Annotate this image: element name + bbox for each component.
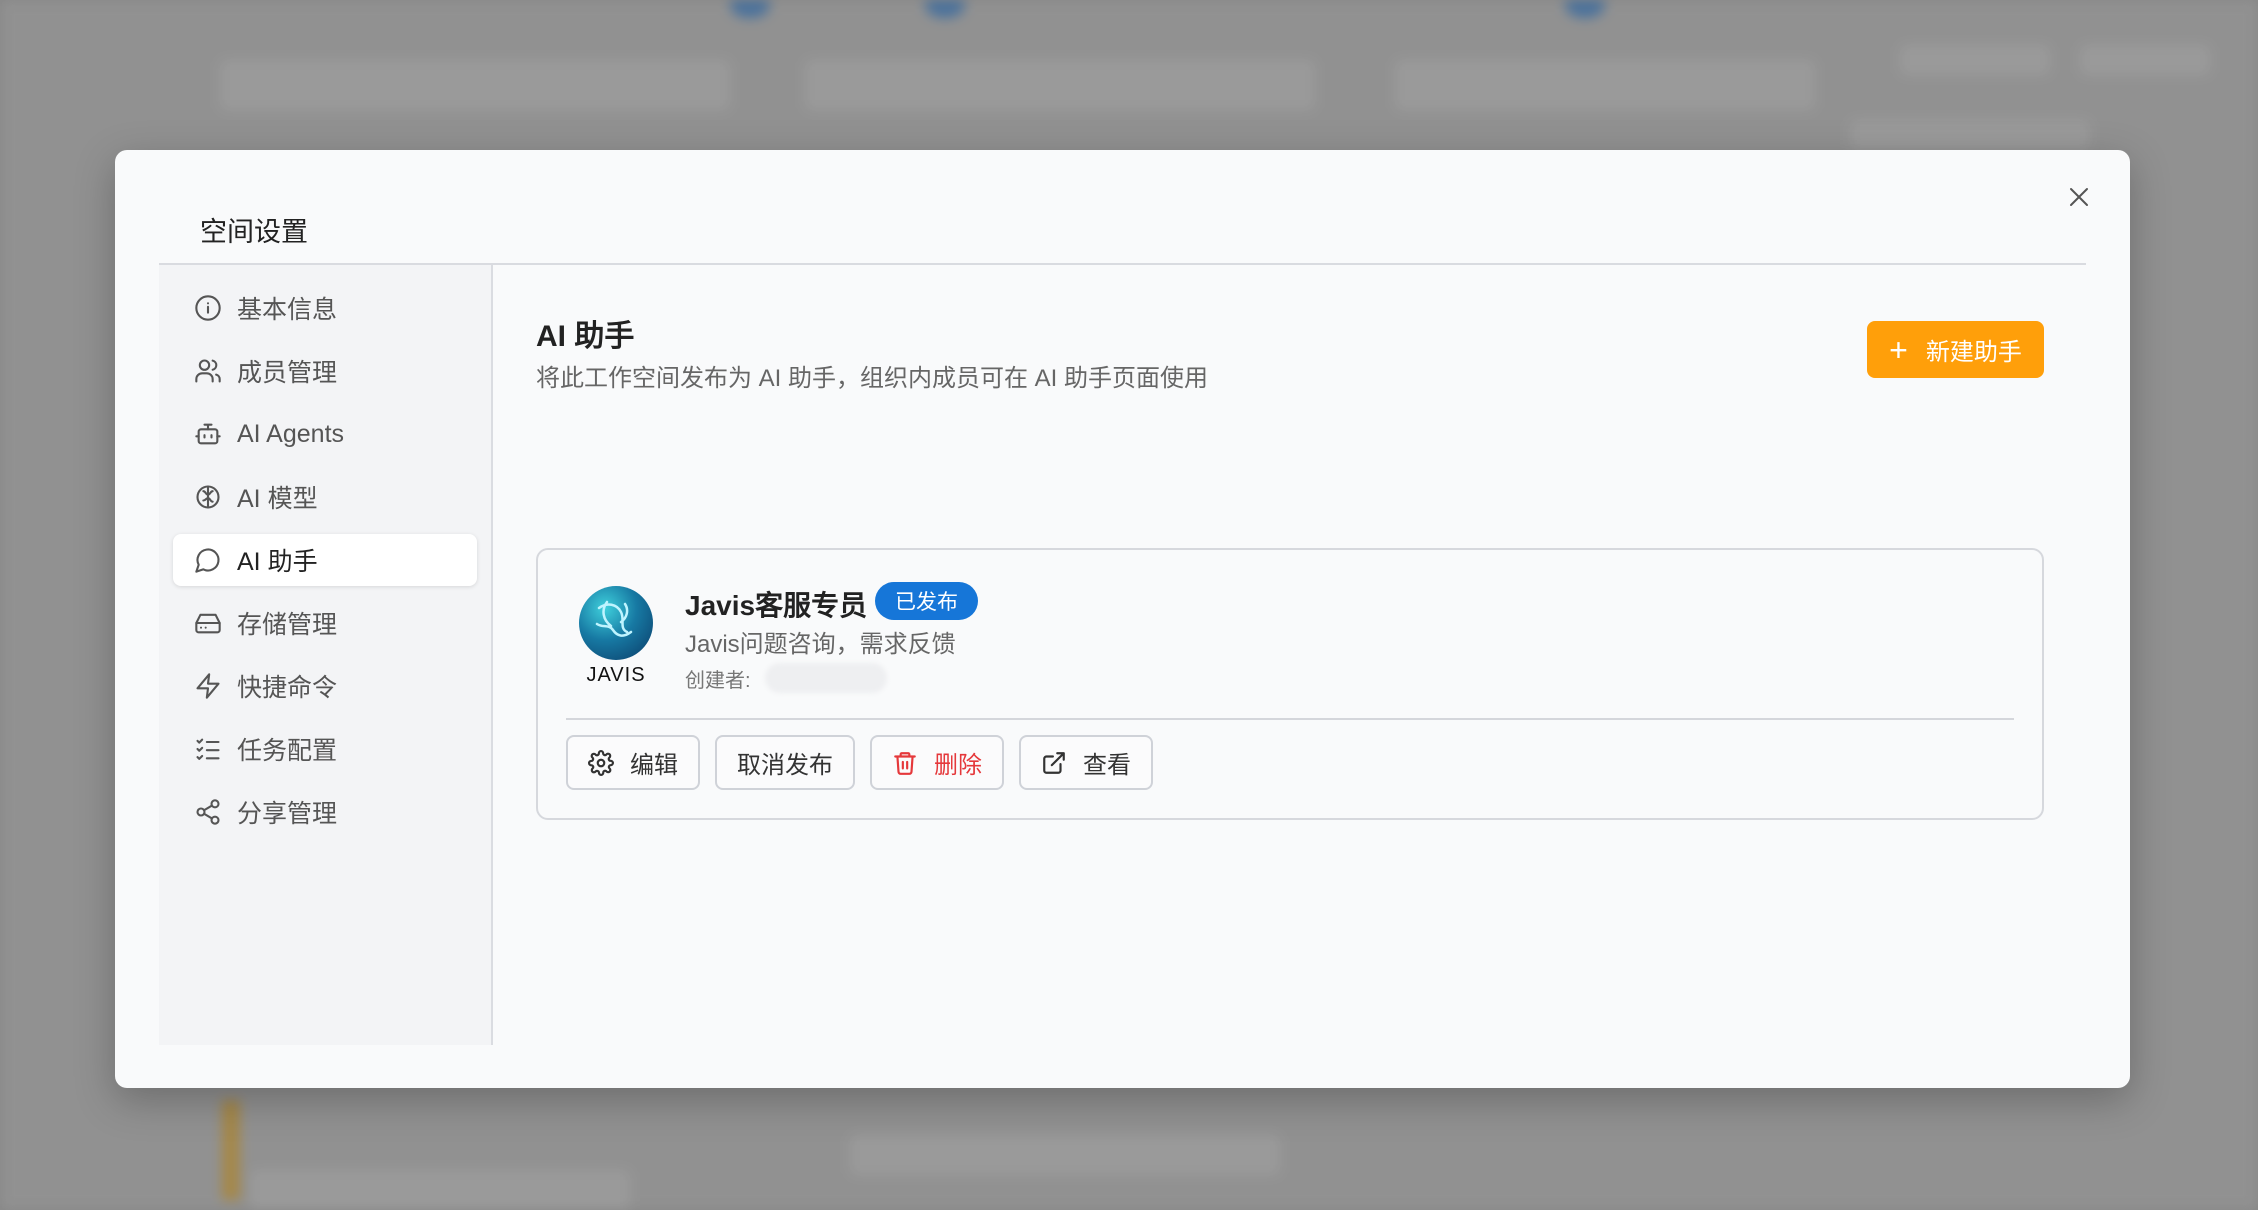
status-badge: 已发布 <box>875 582 978 620</box>
sidebar-item-label: 快捷命令 <box>237 674 338 702</box>
creator-value-redacted <box>765 663 887 693</box>
logo-text: JAVIS <box>586 664 646 686</box>
share-icon <box>193 797 223 827</box>
settings-sidebar: 基本信息 成员管理 AI Agents AI 模型 AI 助手 存储管理 快捷命… <box>159 265 493 1045</box>
sidebar-item-storage[interactable]: 存储管理 <box>173 597 477 649</box>
users-icon <box>193 356 223 386</box>
gear-icon <box>588 749 614 776</box>
page-description: 将此工作空间发布为 AI 助手，组织内成员可在 AI 助手页面使用 <box>536 365 1209 392</box>
sidebar-item-label: 基本信息 <box>237 296 338 324</box>
space-settings-modal: 空间设置 基本信息 成员管理 AI Agents AI 模型 AI 助手 存储管… <box>115 150 2130 1088</box>
view-label: 查看 <box>1083 752 1131 779</box>
sidebar-item-label: AI Agents <box>237 419 345 448</box>
external-link-icon <box>1043 751 1065 774</box>
message-circle-icon <box>193 545 223 575</box>
sidebar-item-shortcuts[interactable]: 快捷命令 <box>173 660 477 712</box>
brain-icon <box>193 482 223 512</box>
delete-button[interactable]: 删除 <box>870 735 1004 790</box>
close-icon <box>2070 188 2088 206</box>
sidebar-item-label: 成员管理 <box>237 359 338 387</box>
modal-title: 空间设置 <box>200 217 308 247</box>
delete-label: 删除 <box>934 752 982 779</box>
creator-label: 创建者: <box>685 670 751 692</box>
javis-logo-icon <box>579 586 653 660</box>
sidebar-item-label: 分享管理 <box>237 800 338 828</box>
sidebar-item-tasks[interactable]: 任务配置 <box>173 723 477 775</box>
list-checks-icon <box>193 734 223 764</box>
card-divider <box>566 718 2014 720</box>
assistant-card: JAVIS Javis客服专员 已发布 Javis问题咨询，需求反馈 创建者: … <box>536 548 2044 820</box>
assistant-description: Javis问题咨询，需求反馈 <box>685 631 956 658</box>
unpublish-label: 取消发布 <box>737 752 833 779</box>
edit-button[interactable]: 编辑 <box>566 735 700 790</box>
zap-icon <box>193 671 223 701</box>
edit-label: 编辑 <box>630 752 678 779</box>
sidebar-item-ai-agents[interactable]: AI Agents <box>173 408 477 460</box>
sidebar-item-label: 任务配置 <box>237 737 338 765</box>
sidebar-item-label: AI 助手 <box>237 548 318 576</box>
assistant-actions: 编辑 取消发布 删除 查看 <box>566 735 1153 790</box>
sidebar-item-ai-models[interactable]: AI 模型 <box>173 471 477 523</box>
plus-icon: + <box>1889 331 1908 368</box>
assistant-logo: JAVIS <box>576 586 656 686</box>
sidebar-item-members[interactable]: 成员管理 <box>173 345 477 397</box>
assistant-name: Javis客服专员 <box>685 590 868 621</box>
bot-icon <box>193 419 223 449</box>
sidebar-item-sharing[interactable]: 分享管理 <box>173 786 477 838</box>
trash-icon <box>894 751 916 775</box>
sidebar-item-ai-assistant[interactable]: AI 助手 <box>173 534 477 586</box>
hard-drive-icon <box>193 608 223 638</box>
new-assistant-label: 新建助手 <box>1925 339 2022 366</box>
sidebar-item-label: AI 模型 <box>237 485 318 513</box>
close-button[interactable] <box>2062 180 2096 214</box>
new-assistant-button[interactable]: + 新建助手 <box>1867 321 2044 378</box>
page-title: AI 助手 <box>536 320 635 353</box>
view-button[interactable]: 查看 <box>1019 735 1153 790</box>
info-icon <box>193 293 223 323</box>
sidebar-item-basic-info[interactable]: 基本信息 <box>173 282 477 334</box>
sidebar-item-label: 存储管理 <box>237 611 338 639</box>
unpublish-button[interactable]: 取消发布 <box>715 735 855 790</box>
